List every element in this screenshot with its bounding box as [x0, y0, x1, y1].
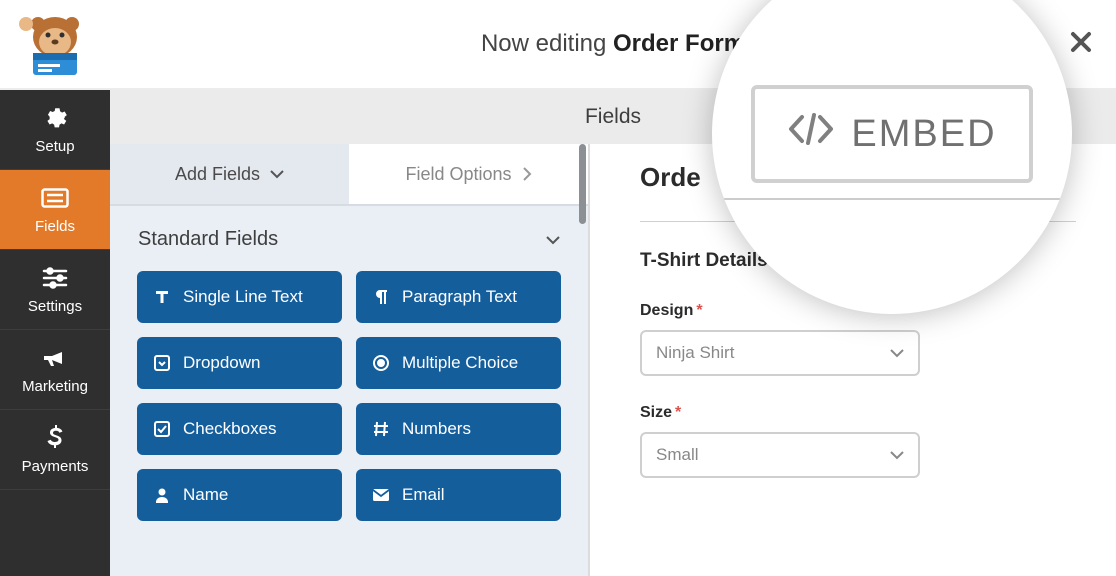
sidebar: Setup Fields Settings Marketing Payments — [0, 90, 110, 576]
paragraph-icon — [372, 288, 390, 306]
field-label: Name — [183, 485, 228, 505]
person-icon — [153, 486, 171, 504]
select-value: Ninja Shirt — [656, 343, 734, 363]
field-dropdown[interactable]: Dropdown — [137, 337, 342, 389]
field-name[interactable]: Name — [137, 469, 342, 521]
caret-down-square-icon — [153, 354, 171, 372]
close-button[interactable] — [1070, 28, 1092, 60]
magnifier-callout: EMBED — [712, 0, 1072, 314]
embed-label: EMBED — [851, 113, 996, 156]
field-checkboxes[interactable]: Checkboxes — [137, 403, 342, 455]
section-standard-fields[interactable]: Standard Fields — [110, 206, 588, 271]
sidebar-item-label: Fields — [35, 218, 75, 235]
brand-logo — [0, 9, 110, 79]
field-label: Email — [402, 485, 445, 505]
chevron-down-icon — [890, 445, 904, 465]
scrollbar[interactable] — [578, 144, 588, 576]
field-label: Single Line Text — [183, 287, 303, 307]
chevron-down-icon — [270, 169, 284, 179]
text-cursor-icon — [153, 288, 171, 306]
sidebar-item-marketing[interactable]: Marketing — [0, 330, 110, 410]
field-grid: Single Line Text Paragraph Text Dropdown… — [110, 271, 588, 541]
gear-icon — [42, 104, 68, 132]
field-label: Numbers — [402, 419, 471, 439]
radio-dot-icon — [372, 354, 390, 372]
field-multiple-choice[interactable]: Multiple Choice — [356, 337, 561, 389]
chevron-right-icon — [522, 167, 532, 181]
sidebar-item-label: Marketing — [22, 378, 88, 395]
scrollbar-thumb[interactable] — [579, 144, 586, 224]
sidebar-item-setup[interactable]: Setup — [0, 90, 110, 170]
sidebar-item-fields[interactable]: Fields — [0, 170, 110, 250]
dollar-icon — [47, 424, 63, 452]
check-square-icon — [153, 420, 171, 438]
list-icon — [41, 184, 69, 212]
sidebar-item-label: Settings — [28, 298, 82, 315]
sidebar-item-payments[interactable]: Payments — [0, 410, 110, 490]
field-single-line-text[interactable]: Single Line Text — [137, 271, 342, 323]
size-label: Size* — [640, 404, 1076, 422]
field-numbers[interactable]: Numbers — [356, 403, 561, 455]
sliders-icon — [42, 264, 68, 292]
size-select[interactable]: Small — [640, 432, 920, 478]
field-paragraph-text[interactable]: Paragraph Text — [356, 271, 561, 323]
chevron-down-icon — [890, 343, 904, 363]
sidebar-item-label: Setup — [35, 138, 74, 155]
field-label: Dropdown — [183, 353, 261, 373]
divider — [712, 198, 1072, 200]
fields-pane: Add Fields Field Options Standard Fields — [110, 144, 590, 576]
code-icon — [787, 109, 835, 159]
bullhorn-icon — [42, 344, 68, 372]
embed-button[interactable]: EMBED — [751, 85, 1032, 183]
field-label: Paragraph Text — [402, 287, 517, 307]
tab-add-fields[interactable]: Add Fields — [110, 144, 349, 206]
pane-tabs: Add Fields Field Options — [110, 144, 588, 206]
hash-icon — [372, 420, 390, 438]
tab-field-options[interactable]: Field Options — [349, 144, 588, 206]
select-value: Small — [656, 445, 699, 465]
chevron-down-icon — [546, 235, 560, 245]
tab-fields[interactable]: Fields — [585, 105, 641, 129]
field-email[interactable]: Email — [356, 469, 561, 521]
design-select[interactable]: Ninja Shirt — [640, 330, 920, 376]
sidebar-item-settings[interactable]: Settings — [0, 250, 110, 330]
tab-label: Field Options — [405, 164, 511, 185]
tab-label: Add Fields — [175, 164, 260, 185]
field-label: Multiple Choice — [402, 353, 518, 373]
envelope-icon — [372, 486, 390, 504]
sidebar-item-label: Payments — [22, 458, 89, 475]
field-label: Checkboxes — [183, 419, 277, 439]
section-title: Standard Fields — [138, 228, 278, 251]
